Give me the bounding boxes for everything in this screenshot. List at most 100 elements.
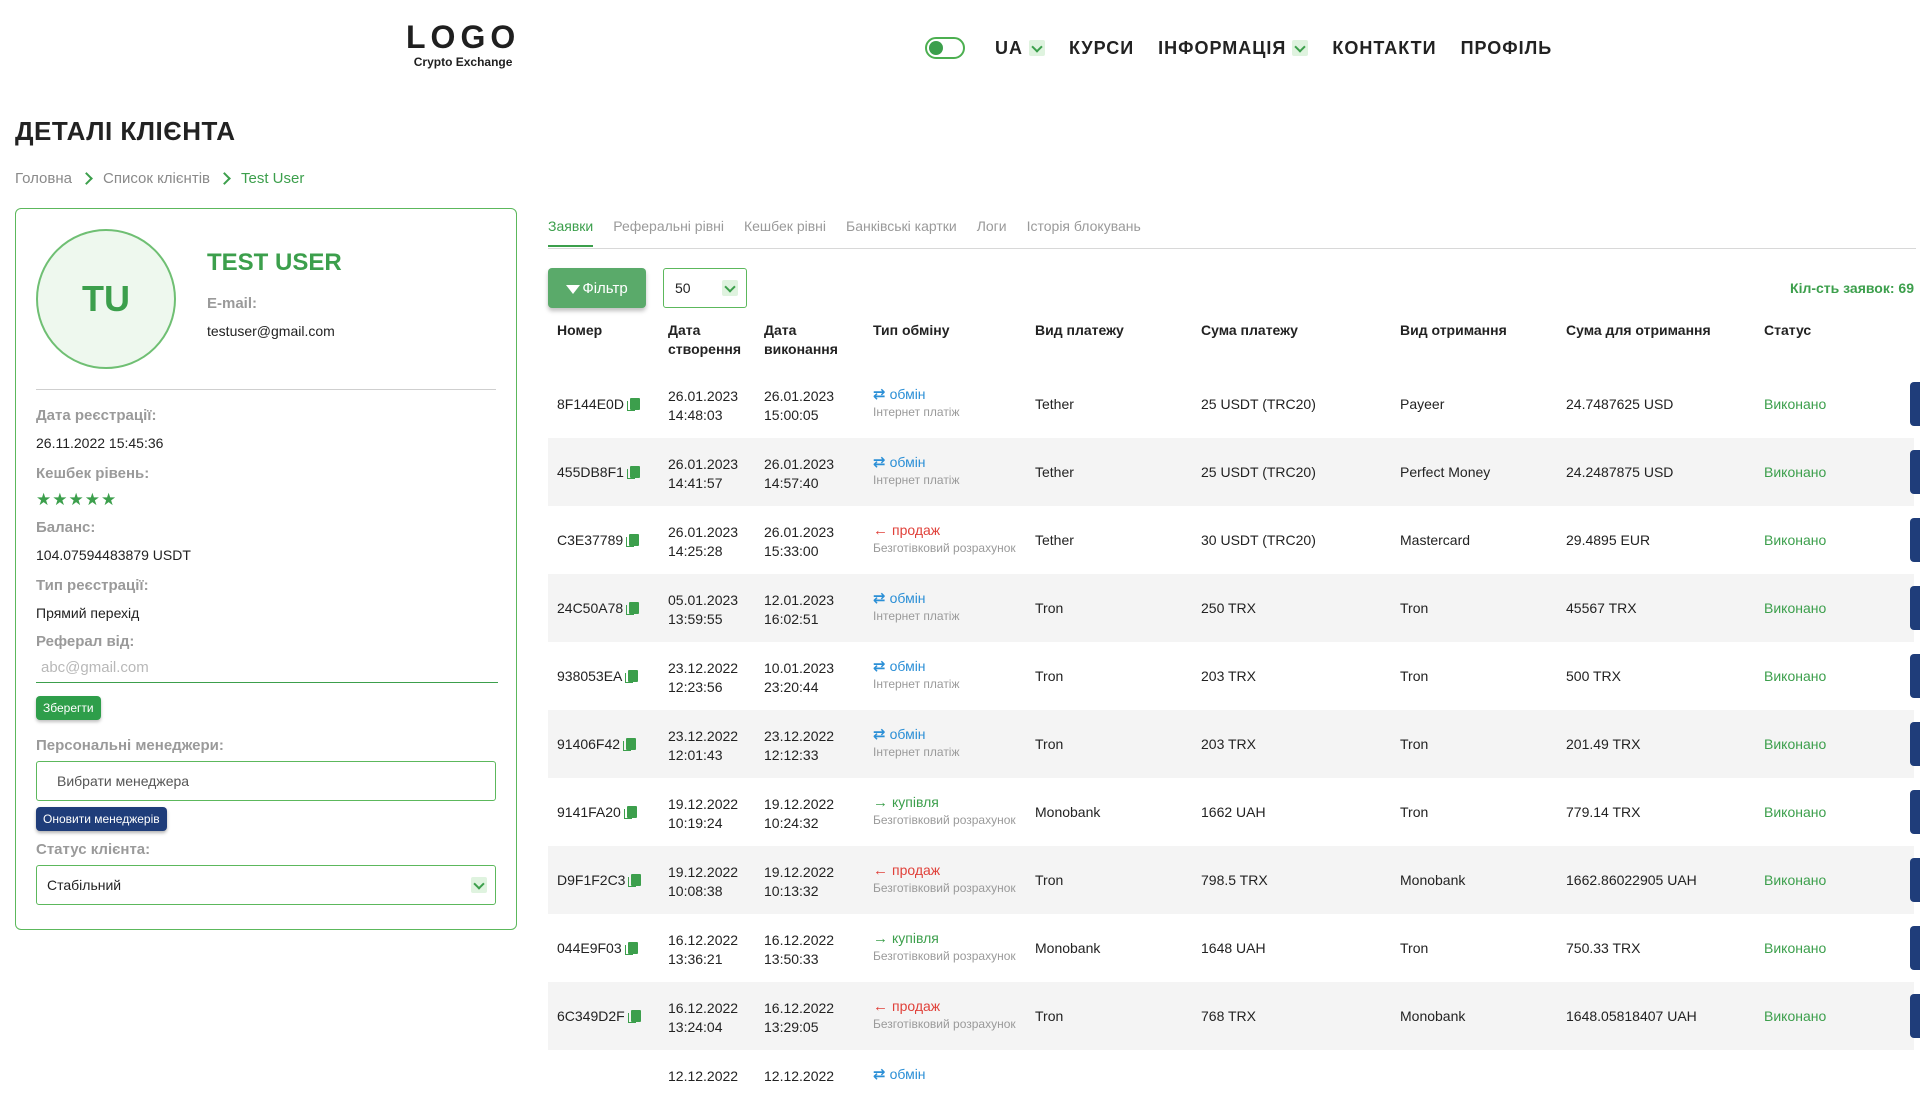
copy-icon[interactable] [626, 602, 640, 615]
table-row[interactable]: 6C349D2F 16.12.2022 13:24:04 16.12.2022 13:2… [548, 982, 1920, 1050]
copy-icon[interactable] [623, 738, 637, 751]
tab-requests[interactable]: Заявки [548, 210, 594, 247]
nav-rates[interactable]: КУРСИ [1069, 38, 1134, 59]
tab-bar: Заявки Реферальні рівні Кешбек рівні Бан… [548, 210, 1916, 249]
done-time: 16:02:51 [764, 611, 819, 627]
row-action-button[interactable] [1910, 858, 1920, 902]
row-action-button[interactable] [1910, 722, 1920, 766]
balance-value: 104.07594483879 USDT [36, 547, 191, 563]
save-button[interactable]: Зберегти [36, 696, 101, 720]
referral-label: Реферал від: [36, 633, 135, 650]
table-row[interactable]: 044E9F03 16.12.2022 13:36:21 16.12.2022 13:5… [548, 914, 1920, 982]
table-row[interactable]: C3E37789 26.01.2023 14:25:28 26.01.2023 15:3… [548, 506, 1920, 574]
per-page-select[interactable]: 50 [663, 268, 747, 308]
breadcrumb-clients[interactable]: Список клієнтів [103, 170, 210, 187]
table-row[interactable]: 91406F42 23.12.2022 12:01:43 23.12.2022 12:1… [548, 710, 1920, 778]
row-action-button[interactable] [1910, 790, 1920, 834]
copy-icon[interactable] [627, 1010, 641, 1023]
row-action-button[interactable] [1910, 994, 1920, 1038]
created-cell: 12.12.2022 [668, 1067, 738, 1086]
tab-referral-levels[interactable]: Реферальні рівні [613, 210, 724, 248]
receive-method: Payeer [1400, 396, 1445, 412]
pay-amount: 1662 UAH [1201, 804, 1266, 820]
copy-icon[interactable] [628, 874, 642, 887]
order-number: C3E37789 [557, 532, 624, 548]
nav-profile[interactable]: ПРОФІЛЬ [1461, 38, 1553, 59]
arrow-left-icon: ← [873, 522, 888, 539]
copy-icon[interactable] [626, 466, 640, 479]
chevron-right-icon [218, 172, 231, 185]
status-label: Виконано [1764, 464, 1827, 480]
client-status-select[interactable]: Стабільний [36, 865, 496, 905]
copy-icon[interactable] [623, 806, 637, 819]
chevron-down-icon [471, 877, 487, 893]
pay-amount: 25 USDT (TRC20) [1201, 396, 1316, 412]
nav-contacts[interactable]: КОНТАКТИ [1332, 38, 1436, 59]
update-managers-button[interactable]: Оновити менеджерів [36, 807, 167, 831]
tab-cashback-levels[interactable]: Кешбек рівні [744, 210, 826, 248]
arrow-left-icon: ← [873, 998, 888, 1015]
done-cell: 19.12.2022 10:24:32 [764, 795, 834, 833]
created-date: 23.12.2022 [668, 660, 739, 676]
row-action-button[interactable] [1910, 586, 1920, 630]
created-cell: 05.01.2023 13:59:55 [668, 591, 738, 629]
language-selector[interactable]: UA [995, 38, 1045, 59]
swap-icon: ⇄ [873, 658, 886, 675]
order-number: 91406F42 [557, 736, 621, 752]
logo[interactable]: LOGO Crypto Exchange [406, 20, 520, 69]
tab-logs[interactable]: Логи [977, 210, 1007, 248]
order-number: D9F1F2C3 [557, 872, 626, 888]
col-receive-amount: Сума для отримання [1566, 322, 1711, 338]
filter-button[interactable]: Фільтр [548, 268, 646, 308]
client-card: TU TEST USER E-mail: testuser@gmail.com … [15, 208, 517, 930]
status-label: Виконано [1764, 668, 1827, 684]
pay-method: Monobank [1035, 804, 1101, 820]
row-action-button[interactable] [1910, 382, 1920, 426]
copy-icon[interactable] [626, 534, 640, 547]
col-pay-amount: Сума платежу [1201, 322, 1298, 338]
row-action-button[interactable] [1910, 518, 1920, 562]
star-icon: ★ [36, 490, 52, 509]
created-time: 13:36:21 [668, 951, 723, 967]
reg-date-value: 26.11.2022 15:45:36 [36, 435, 164, 451]
order-number: 938053EA [557, 668, 623, 684]
tab-bank-cards[interactable]: Банківські картки [846, 210, 957, 248]
exchange-type-label: продаж [892, 998, 941, 1014]
col-status: Статус [1764, 322, 1812, 338]
manager-select[interactable]: Вибрати менеджера [36, 761, 496, 801]
created-cell: 19.12.2022 10:08:38 [668, 863, 738, 901]
referral-input[interactable] [36, 653, 498, 683]
theme-toggle[interactable] [925, 37, 965, 59]
table-row[interactable]: 8F144E0D 26.01.2023 14:48:03 26.01.2023 15:0… [548, 370, 1920, 438]
row-action-button[interactable] [1910, 654, 1920, 698]
table-row[interactable]: D9F1F2C3 19.12.2022 10:08:38 19.12.2022 10:1… [548, 846, 1920, 914]
exchange-subtype: Інтернет платіж [873, 745, 960, 759]
order-number-cell: 8F144E0D [557, 396, 640, 412]
row-action-button[interactable] [1910, 450, 1920, 494]
table-row[interactable]: 455DB8F1 26.01.2023 14:41:57 26.01.2023 14:5… [548, 438, 1920, 506]
pay-method: Tether [1035, 532, 1074, 548]
receive-method: Mastercard [1400, 532, 1471, 548]
done-cell: 19.12.2022 10:13:32 [764, 863, 834, 901]
nav-information[interactable]: ІНФОРМАЦІЯ [1158, 38, 1309, 59]
exchange-subtype: Інтернет платіж [873, 473, 960, 487]
created-time: 10:19:24 [668, 815, 723, 831]
exchange-subtype: Інтернет платіж [873, 609, 960, 623]
done-date: 23.12.2022 [764, 728, 835, 744]
done-date: 26.01.2023 [764, 456, 835, 472]
table-row[interactable]: 938053EA 23.12.2022 12:23:56 10.01.2023 23:2… [548, 642, 1920, 710]
order-number: 9141FA20 [557, 804, 621, 820]
exchange-subtype: Безготівковий розрахунок [873, 1017, 1016, 1031]
copy-icon[interactable] [625, 670, 639, 683]
copy-icon[interactable] [624, 942, 638, 955]
created-cell: 19.12.2022 10:19:24 [668, 795, 738, 833]
table-row[interactable]: 24C50A78 05.01.2023 13:59:55 12.01.2023 16:0… [548, 574, 1920, 642]
row-action-button[interactable] [1910, 926, 1920, 970]
exchange-type-cell: → купівля Безготівковий розрахунок [873, 929, 1018, 963]
copy-icon[interactable] [626, 398, 640, 411]
tab-block-history[interactable]: Історія блокувань [1027, 210, 1141, 248]
table-row[interactable]: 12.12.2022 12.12.2022 ⇄ обмін [548, 1050, 1914, 1118]
status-label: Виконано [1764, 736, 1827, 752]
breadcrumb-home[interactable]: Головна [15, 170, 72, 187]
table-row[interactable]: 9141FA20 19.12.2022 10:19:24 19.12.2022 10:2… [548, 778, 1920, 846]
